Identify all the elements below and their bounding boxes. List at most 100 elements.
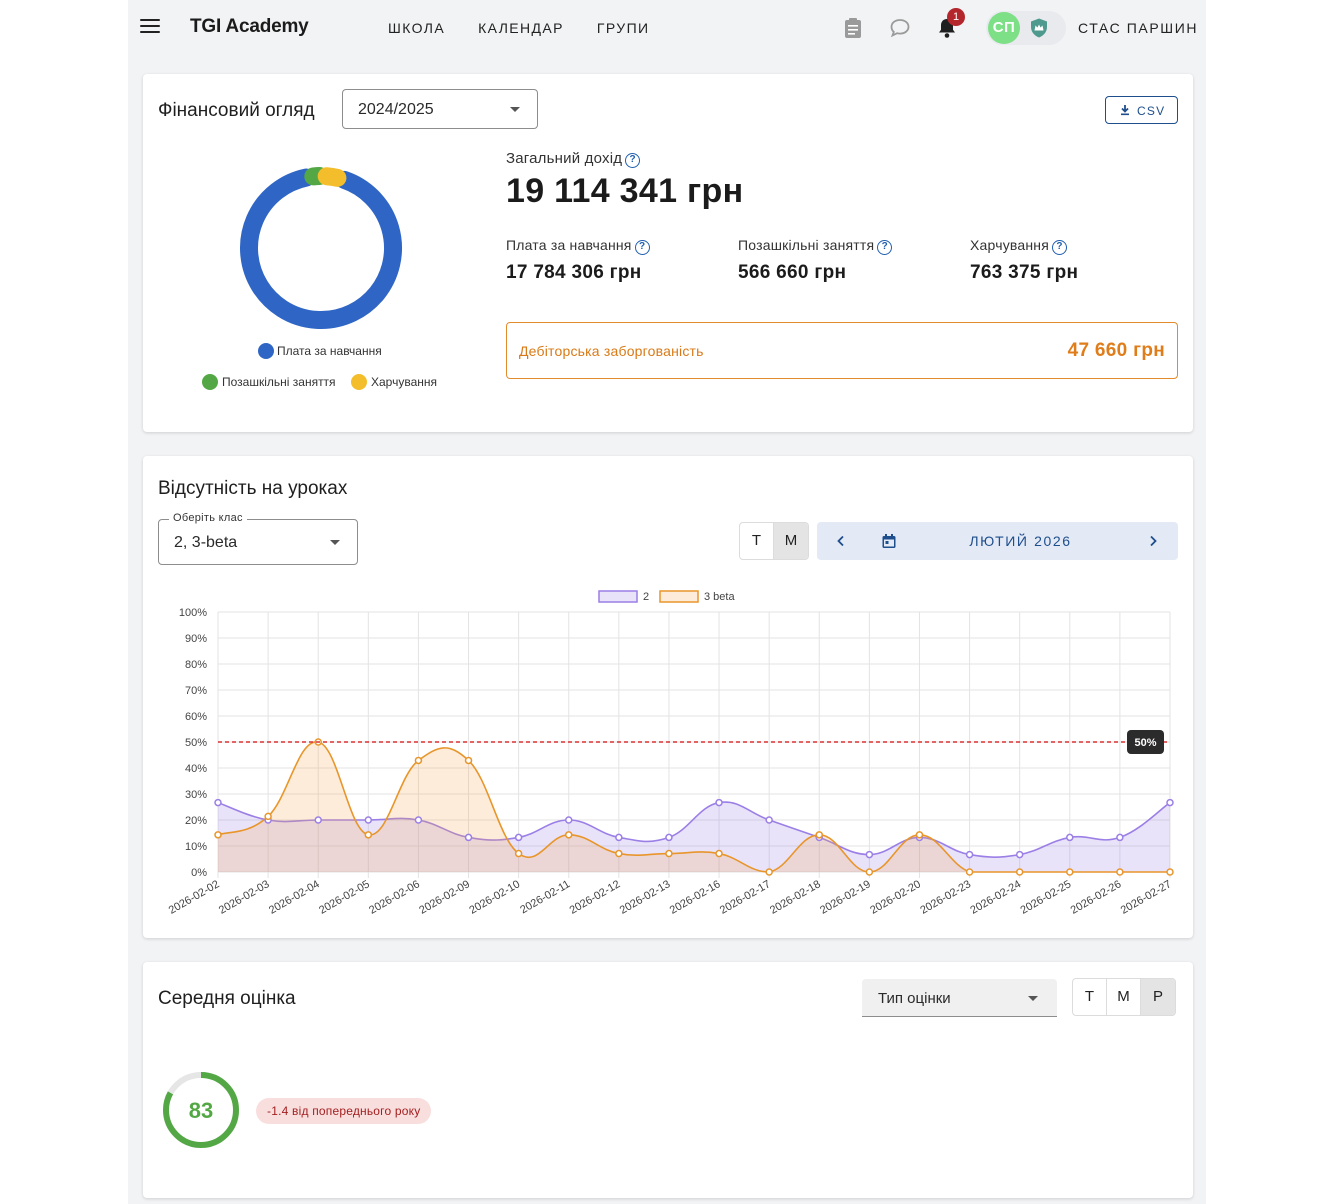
data-point-0: [1116, 833, 1124, 842]
brand-title: TGI Academy: [190, 16, 309, 37]
data-point-1: [715, 849, 723, 858]
grades-view-toggle: Т М Р: [1072, 978, 1176, 1016]
view-toggle-t[interactable]: Т: [1073, 979, 1107, 1015]
next-month-button[interactable]: [1128, 522, 1178, 560]
data-point-0: [965, 850, 974, 859]
data-point-1: [464, 756, 473, 765]
year-select[interactable]: 2024/2025: [342, 89, 538, 129]
data-point-1: [564, 831, 573, 839]
x-tick-label: 2026-02-06: [367, 878, 422, 917]
data-point-0: [1166, 798, 1174, 807]
calendar-button[interactable]: [865, 522, 913, 560]
y-tick-label: 100%: [179, 607, 207, 619]
extracurricular-label-text: Позашкільні заняття: [738, 237, 875, 253]
donut-slice-0: [240, 168, 402, 329]
nav-item-school[interactable]: ШКОЛА: [388, 20, 445, 36]
x-tick-label: 2026-02-11: [518, 878, 572, 916]
data-point-0: [364, 816, 373, 824]
csv-download-button[interactable]: CSV: [1105, 96, 1178, 124]
attendance-title: Відсутність на уроках: [158, 478, 348, 499]
data-point-1: [1015, 868, 1024, 876]
class-select[interactable]: Оберіть клас 2, 3-beta: [158, 512, 358, 565]
receivables-label: Дебіторська заборгованість: [519, 343, 704, 359]
x-tick-label: 2026-02-25: [1019, 878, 1074, 917]
threshold-label: 50%: [1134, 737, 1156, 749]
x-tick-label: 2026-02-20: [868, 878, 923, 917]
month-label[interactable]: ЛЮТИЙ 2026: [913, 522, 1128, 560]
view-toggle-r[interactable]: Р: [1141, 979, 1175, 1015]
view-toggle-t[interactable]: Т: [740, 523, 774, 559]
meals-label: Харчування?: [970, 237, 1068, 255]
x-tick-label: 2026-02-03: [217, 878, 272, 917]
x-tick-label: 2026-02-02: [167, 878, 222, 917]
y-tick-label: 70%: [185, 685, 207, 697]
x-tick-label: 2026-02-19: [818, 878, 873, 917]
top-bar: TGI Academy ШКОЛА КАЛЕНДАР ГРУПИ 1 СП СТ…: [128, 0, 1206, 56]
data-point-0: [715, 798, 723, 807]
data-point-1: [1166, 868, 1174, 876]
main-nav: ШКОЛА КАЛЕНДАР ГРУПИ: [388, 20, 650, 36]
legend-label-tuition: Плата за навчання: [277, 344, 382, 358]
grade-type-select[interactable]: Тип оцінки: [862, 979, 1057, 1017]
data-point-0: [564, 816, 573, 824]
user-menu[interactable]: СП: [986, 11, 1066, 45]
y-tick-label: 0%: [191, 867, 207, 879]
notification-badge: 1: [947, 8, 965, 26]
csv-label: CSV: [1137, 104, 1166, 118]
data-point-0: [464, 833, 473, 842]
data-point-1: [815, 831, 824, 839]
legend-dot-tuition: [258, 343, 274, 359]
avatar: СП: [988, 12, 1020, 44]
view-toggle-m[interactable]: М: [774, 523, 808, 559]
finance-card: Фінансовий огляд 2024/2025 CSV Плата за …: [143, 74, 1193, 432]
legend-label-extracurricular: Позашкільні заняття: [222, 375, 336, 389]
receivables-value: 47 660 грн: [1067, 340, 1165, 361]
grades-card: Середня оцінка Тип оцінки Т М Р 83 -1.4 …: [143, 962, 1193, 1198]
calendar-icon: [882, 534, 896, 548]
x-tick-label: 2026-02-23: [918, 878, 973, 917]
nav-item-calendar[interactable]: КАЛЕНДАР: [478, 20, 564, 36]
view-toggle-m[interactable]: М: [1107, 979, 1141, 1015]
tuition-label: Плата за навчання?: [506, 237, 650, 255]
data-point-1: [765, 868, 773, 876]
extracurricular-label: Позашкільні заняття?: [738, 237, 893, 255]
grade-change-chip: -1.4 від попереднього року: [256, 1098, 432, 1124]
legend-swatch-0: [598, 590, 638, 603]
tuition-value: 17 784 306 грн: [506, 262, 642, 283]
x-tick-label: 2026-02-18: [768, 878, 823, 917]
data-point-1: [514, 849, 523, 858]
chat-icon[interactable]: [888, 16, 912, 40]
help-icon[interactable]: ?: [877, 240, 893, 255]
help-icon[interactable]: ?: [625, 153, 641, 168]
donut-slice-2: [317, 167, 347, 187]
bell-icon[interactable]: 1: [935, 8, 965, 40]
data-point-0: [765, 816, 773, 824]
x-tick-label: 2026-02-10: [467, 878, 522, 917]
revenue-donut-chart: [240, 167, 402, 329]
y-tick-label: 80%: [185, 659, 207, 671]
clipboard-icon[interactable]: [841, 16, 865, 40]
y-tick-label: 10%: [185, 841, 207, 853]
data-point-1: [915, 831, 924, 839]
month-navigator: ЛЮТИЙ 2026: [817, 522, 1178, 560]
data-point-0: [314, 816, 322, 824]
nav-item-groups[interactable]: ГРУПИ: [597, 20, 650, 36]
data-point-0: [1066, 833, 1074, 842]
menu-icon[interactable]: [140, 19, 160, 35]
data-point-1: [1066, 868, 1074, 876]
x-tick-label: 2026-02-17: [718, 878, 773, 917]
grade-type-value: Тип оцінки: [878, 990, 951, 1007]
data-point-0: [414, 816, 423, 824]
x-tick-label: 2026-02-05: [317, 878, 372, 917]
help-icon[interactable]: ?: [1052, 240, 1068, 255]
help-icon[interactable]: ?: [634, 240, 650, 255]
data-point-1: [414, 756, 423, 765]
chart-legend: 2 3 beta: [598, 590, 735, 603]
receivables-box[interactable]: Дебіторська заборгованість 47 660 грн: [506, 322, 1178, 379]
finance-title: Фінансовий огляд: [158, 100, 315, 121]
total-revenue-label-text: Загальний дохід: [506, 150, 623, 167]
grades-title: Середня оцінка: [158, 988, 296, 1009]
chevron-down-icon: [330, 540, 340, 545]
prev-month-button[interactable]: [817, 522, 865, 560]
class-select-label: Оберіть клас: [169, 512, 247, 524]
